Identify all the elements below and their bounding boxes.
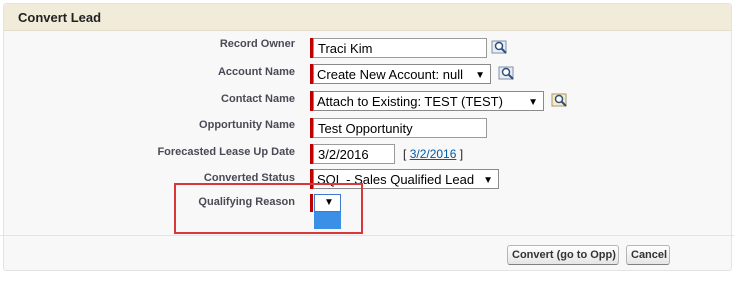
contact-name-label: Contact Name: [221, 93, 295, 105]
contact-name-select[interactable]: Attach to Existing: TEST (TEST) ▼: [313, 91, 544, 111]
qualifying-reason-select[interactable]: ▼: [314, 194, 341, 212]
bracket-open: [: [403, 147, 407, 161]
forecasted-lease-up-date-label: Forecasted Lease Up Date: [157, 146, 295, 158]
chevron-down-icon: ▼: [475, 70, 485, 81]
account-name-label: Account Name: [217, 66, 295, 78]
dropdown-highlighted-option[interactable]: [314, 212, 341, 229]
magnifier-lookup-icon[interactable]: [491, 39, 509, 55]
qualifying-reason-label: Qualifying Reason: [198, 196, 295, 208]
contact-name-value: Attach to Existing: TEST (TEST): [317, 94, 503, 109]
bracket-close: ]: [459, 147, 464, 161]
chevron-down-icon: ▼: [483, 175, 493, 186]
opportunity-name-field[interactable]: Test Opportunity: [313, 118, 487, 138]
opportunity-name-label: Opportunity Name: [199, 119, 295, 131]
magnifier-lookup-icon[interactable]: [551, 92, 569, 108]
today-date-link[interactable]: 3/2/2016: [410, 147, 457, 161]
record-owner-label: Record Owner: [219, 38, 295, 50]
magnifier-lookup-icon[interactable]: [498, 65, 516, 81]
required-indicator: [310, 194, 313, 212]
account-name-value: Create New Account: null: [317, 67, 463, 82]
convert-button[interactable]: Convert (go to Opp): [507, 245, 619, 265]
chevron-down-icon: ▼: [324, 197, 334, 208]
footer-divider: [0, 235, 734, 236]
cancel-button[interactable]: Cancel: [626, 245, 670, 265]
forecasted-lease-up-date-field[interactable]: 3/2/2016: [313, 144, 395, 164]
date-shortcut: [ 3/2/2016 ]: [403, 147, 463, 161]
account-name-select[interactable]: Create New Account: null ▼: [313, 64, 491, 84]
panel-header: Convert Lead: [4, 4, 731, 31]
record-owner-field[interactable]: Traci Kim: [313, 38, 487, 58]
page-title: Convert Lead: [18, 10, 102, 25]
chevron-down-icon: ▼: [528, 97, 538, 108]
